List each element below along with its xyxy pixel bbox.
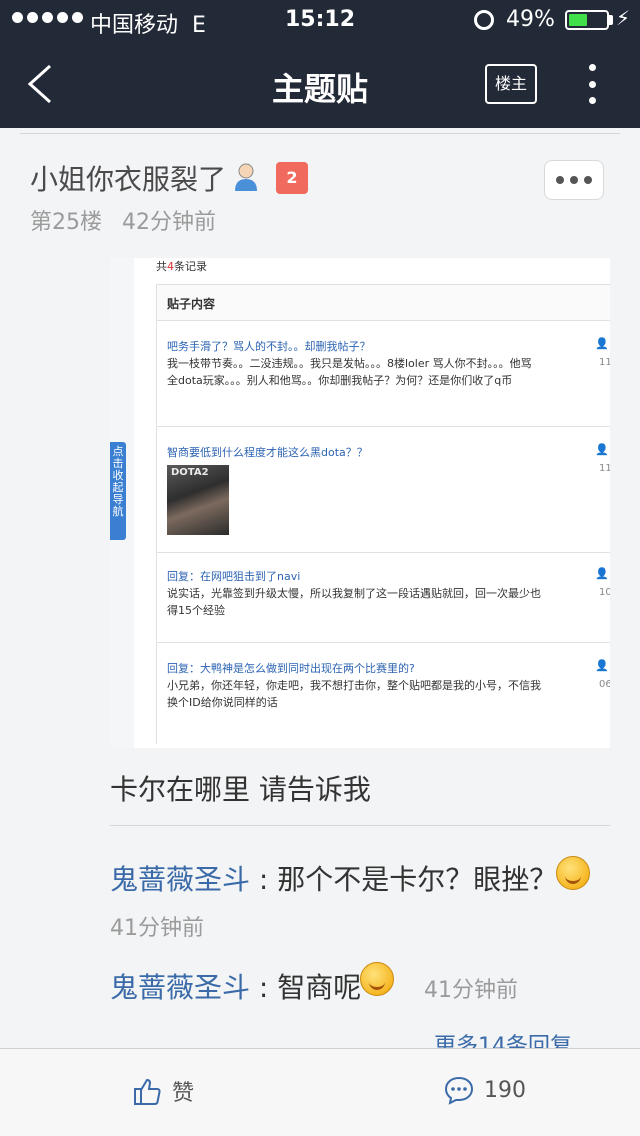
thumbs-up-icon — [134, 1078, 161, 1105]
user-icon: 👤 — [595, 337, 609, 350]
smiley-emoji-icon — [556, 856, 590, 890]
table-row: 吧务手滑了？骂人的不封。。却删我帖子？ 我一枝带节奏。。二没违规。。我只是发帖。… — [157, 321, 610, 427]
divider — [20, 133, 620, 134]
alarm-icon — [474, 10, 494, 30]
table-row: 智商要低到什么程度才能这么黑dota？？ DOTA2 👤 11 — [157, 427, 610, 553]
post-image[interactable]: 点击收起导航 共4条记录 贴子内容 吧务手滑了？骂人的不封。。却删我帖子？ 我一… — [110, 258, 610, 748]
nav-bar: 主题贴 楼主 — [0, 40, 640, 128]
row-num: 06 — [599, 679, 610, 690]
table-row: 回复：大鸭神是怎么做到同时出现在两个比赛里的? 小兄弟，你还年轻，你走吧，我不想… — [157, 643, 610, 745]
louzhu-button[interactable]: 楼主 — [485, 64, 537, 104]
comment-bubble-icon — [444, 1076, 474, 1105]
table-header: 贴子内容 — [157, 285, 610, 321]
dota-poster-image: DOTA2 — [167, 465, 229, 535]
user-icon — [235, 163, 257, 191]
collapse-nav-tab: 点击收起导航 — [110, 442, 126, 540]
row-body: 说实话，光靠签到升级太慢，所以我复制了这一段话遇贴就回，回一次最少也得15个经验 — [167, 587, 541, 617]
row-title: 吧务手滑了？骂人的不封。。却删我帖子？ — [167, 340, 371, 353]
level-badge: 2 — [276, 162, 308, 194]
row-body: 小兄弟，你还年轻，你走吧，我不想打击你，整个贴吧都是我的小号，不信我换个ID给你… — [167, 679, 541, 709]
floor-meta: 第25楼 42分钟前 — [30, 204, 216, 236]
status-bar: 中国移动 E 15:12 49% ⚡ — [0, 0, 640, 40]
row-num: 10 — [599, 587, 610, 598]
row-num: 11 — [599, 357, 610, 368]
reply-username[interactable]: 鬼蔷薇圣斗 — [110, 971, 250, 1004]
top-bar: 中国移动 E 15:12 49% ⚡ 主题贴 楼主 — [0, 0, 640, 128]
comment-button[interactable]: 190 — [444, 1075, 526, 1105]
reply-text: 智商呢 — [277, 971, 362, 1004]
battery-percent: 49% — [506, 7, 555, 32]
divider — [110, 825, 610, 826]
post-author[interactable]: 小姐你衣服裂了 — [30, 158, 226, 198]
user-icon: 👤 — [595, 659, 609, 672]
row-num: 11 — [599, 463, 610, 474]
reply-username[interactable]: 鬼蔷薇圣斗 — [110, 863, 250, 896]
smiley-emoji-icon — [360, 962, 394, 996]
row-title: 回复：大鸭神是怎么做到同时出现在两个比赛里的? — [167, 662, 415, 675]
row-title: 回复：在网吧狙击到了navi — [167, 570, 301, 583]
like-label: 赞 — [172, 1081, 195, 1106]
thread-content: 小姐你衣服裂了 2 第25楼 42分钟前 点击收起导航 共4条记录 贴子内容 吧务… — [0, 128, 640, 1048]
row-title: 智商要低到什么程度才能这么黑dota？？ — [167, 446, 368, 459]
charging-icon: ⚡ — [616, 6, 631, 30]
user-icon: 👤 — [595, 443, 609, 456]
reply-item: 鬼蔷薇圣斗 : 那个不是卡尔？眼挫？ — [110, 863, 558, 896]
row-body: 我一枝带节奏。。二没违规。。我只是发帖。。。8楼loler 骂人你不封。。。他骂… — [167, 357, 532, 387]
bottom-bar: 赞 190 — [0, 1048, 640, 1136]
record-count: 共4条记录 — [156, 260, 207, 273]
post-time: 42分钟前 — [122, 210, 216, 235]
battery-tip — [609, 15, 613, 25]
reply-time: 41分钟前 — [110, 916, 204, 941]
like-button[interactable]: 赞 — [132, 1075, 194, 1107]
comment-count: 190 — [484, 1077, 526, 1103]
user-icon: 👤 — [595, 567, 609, 580]
more-options-icon[interactable] — [586, 64, 598, 104]
post-text: 卡尔在哪里 请告诉我 — [110, 773, 371, 806]
page-title: 主题贴 — [271, 70, 368, 108]
image-table: 贴子内容 吧务手滑了？骂人的不封。。却删我帖子？ 我一枝带节奏。。二没违规。。我… — [156, 284, 610, 744]
reply-item: 鬼蔷薇圣斗 : 智商呢 — [110, 971, 362, 1004]
post-options-button[interactable] — [544, 160, 604, 200]
reply-text: 那个不是卡尔？眼挫？ — [277, 863, 558, 896]
battery-icon — [565, 10, 609, 30]
table-row: 回复：在网吧狙击到了navi 说实话，光靠签到升级太慢，所以我复制了这一段话遇贴… — [157, 553, 610, 643]
floor-number: 第25楼 — [30, 210, 102, 235]
more-replies-link[interactable]: 更多14条回复 — [434, 1028, 572, 1048]
reply-time: 41分钟前 — [424, 978, 518, 1003]
